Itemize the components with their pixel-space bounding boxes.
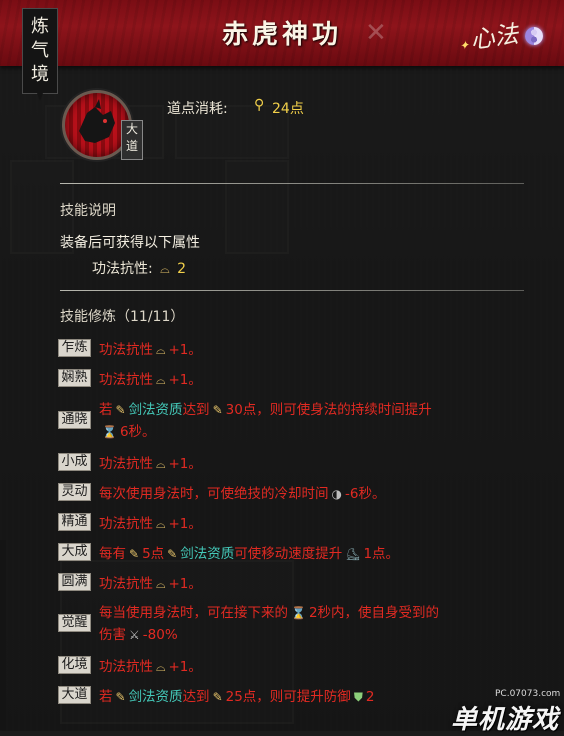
level-effect: 功法抗性 ⌓ +1。 xyxy=(99,369,202,391)
resistance-icon: ⌓ xyxy=(156,457,166,471)
equip-description: 装备后可获得以下属性 xyxy=(60,235,200,251)
realm-char: 气 xyxy=(31,40,49,61)
watermark-brand: 单机游戏 xyxy=(451,705,560,735)
level-tag: 灵动 xyxy=(58,483,91,501)
realm-char: 炼 xyxy=(31,16,49,37)
level-effect: 每当使用身法时，可在接下来的 ⌛ 2秒内，使自身受到的 伤害 ⚔ -80% xyxy=(99,602,439,646)
divider xyxy=(60,183,524,184)
sword-talent-icon: ✎ xyxy=(212,690,223,704)
sword-talent-icon: ✎ xyxy=(129,547,140,561)
level-tag: 娴熟 xyxy=(58,369,91,387)
divider xyxy=(60,290,524,291)
cost-value: 24点 xyxy=(272,101,304,117)
level-tag: 圆满 xyxy=(58,573,91,591)
grade-char: 道 xyxy=(125,139,138,153)
resistance-icon: ⌓ xyxy=(156,577,166,591)
skill-description-title: 技能说明 xyxy=(60,203,116,219)
cultivation-row: 乍炼 功法抗性 ⌓ +1。 xyxy=(58,339,548,361)
boot-icon: ⛸ xyxy=(345,547,361,561)
attribute-value: 2 xyxy=(177,261,187,277)
cultivation-row: 小成 功法抗性 ⌓ +1。 xyxy=(58,453,548,475)
level-tag: 精通 xyxy=(58,513,91,531)
watermark-site: PC.07073.com xyxy=(495,689,561,699)
level-effect: 每有 ✎ 5点 ✎ 剑法资质可使移动速度提升 ⛸ 1点。 xyxy=(99,543,399,565)
cultivation-row: 精通 功法抗性 ⌓ +1。 xyxy=(58,513,548,535)
attribute-label: 功法抗性: xyxy=(92,261,153,277)
level-tag: 大成 xyxy=(58,543,91,561)
level-tag: 乍炼 xyxy=(58,339,91,357)
cultivation-title: 技能修炼（11/11） xyxy=(60,309,185,325)
shield-icon: ⛊ xyxy=(353,690,363,704)
resistance-icon: ⌓ xyxy=(156,517,166,531)
level-effect: 功法抗性 ⌓ +1。 xyxy=(99,339,202,361)
dao-point-icon: ⚲ xyxy=(254,97,265,113)
damage-icon: ⚔ xyxy=(129,628,140,642)
sword-talent-icon: ✎ xyxy=(167,547,178,561)
level-tag: 化境 xyxy=(58,656,91,674)
resistance-icon: ⌓ xyxy=(156,660,166,674)
level-effect: 若 ✎ 剑法资质达到 ✎ 25点，则可提升防御 ⛊ 2 xyxy=(99,686,374,708)
grade-char: 大 xyxy=(125,122,138,136)
title-bar: 赤虎神功 ✕ ✦心法 xyxy=(0,0,564,66)
close-icon[interactable]: ✕ xyxy=(365,18,387,48)
hourglass-icon: ⌛ xyxy=(102,425,117,439)
level-effect: 若 ✎ 剑法资质达到 ✎ 30点，则可使身法的持续时间提升 ⌛ 6秒。 xyxy=(99,399,432,443)
sword-talent-icon: ✎ xyxy=(115,690,126,704)
cultivation-row: 娴熟 功法抗性 ⌓ +1。 xyxy=(58,369,548,391)
cooldown-icon: ◑ xyxy=(331,487,342,501)
level-tag: 通晓 xyxy=(58,411,91,429)
cultivation-row: 化境 功法抗性 ⌓ +1。 xyxy=(58,656,548,678)
cost-label: 道点消耗: xyxy=(167,101,228,117)
level-effect: 每次使用身法时，可使绝技的冷却时间 ◑ -6秒。 xyxy=(99,483,385,505)
resistance-icon: ⌓ xyxy=(160,262,170,276)
attribute-line: 功法抗性: ⌓ 2 xyxy=(92,258,186,278)
sword-talent-icon: ✎ xyxy=(212,403,223,417)
level-effect: 功法抗性 ⌓ +1。 xyxy=(99,453,202,475)
realm-badge: 炼 气 境 xyxy=(22,8,58,101)
cultivation-row: 大成 每有 ✎ 5点 ✎ 剑法资质可使移动速度提升 ⛸ 1点。 xyxy=(58,543,548,565)
level-tag: 大道 xyxy=(58,686,91,704)
cultivation-row: 圆满 功法抗性 ⌓ +1。 xyxy=(58,573,548,595)
level-tag: 觉醒 xyxy=(58,614,91,632)
level-effect: 功法抗性 ⌓ +1。 xyxy=(99,513,202,535)
resistance-icon: ⌓ xyxy=(156,373,166,387)
cultivation-row: 通晓 若 ✎ 剑法资质达到 ✎ 30点，则可使身法的持续时间提升 ⌛ 6秒。 xyxy=(58,399,548,443)
sword-talent-icon: ✎ xyxy=(115,403,126,417)
realm-char: 境 xyxy=(31,64,49,85)
yinyang-icon[interactable] xyxy=(525,27,543,45)
level-effect: 功法抗性 ⌓ +1。 xyxy=(99,573,202,595)
level-effect: 功法抗性 ⌓ +1。 xyxy=(99,656,202,678)
level-tag: 小成 xyxy=(58,453,91,471)
hourglass-icon: ⌛ xyxy=(291,606,306,620)
cultivation-row: 觉醒 每当使用身法时，可在接下来的 ⌛ 2秒内，使自身受到的 伤害 ⚔ -80% xyxy=(58,602,548,646)
resistance-icon: ⌓ xyxy=(156,343,166,357)
cultivation-row: 灵动 每次使用身法时，可使绝技的冷却时间 ◑ -6秒。 xyxy=(58,483,548,505)
grade-badge: 大 道 xyxy=(121,120,143,160)
